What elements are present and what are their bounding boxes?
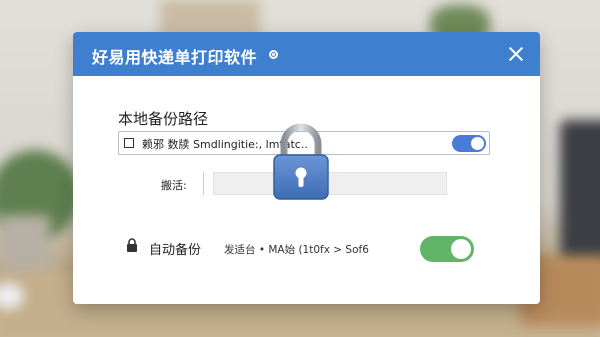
field-label: 搬活: (157, 172, 204, 195)
padlock-icon (273, 123, 329, 200)
radio-dot-icon (269, 50, 278, 59)
toggle-knob (471, 137, 484, 150)
title-bar: 好易用快递单打印软件 (73, 32, 540, 76)
window-title: 好易用快递单打印软件 (92, 48, 258, 67)
backup-path-label: 本地备份路径 (118, 110, 209, 128)
toggle-knob (451, 239, 471, 259)
backup-path-toggle[interactable] (452, 135, 486, 152)
checkbox-icon[interactable] (124, 138, 134, 148)
auto-backup-info: 发适台 • MA始 (1t0fx > Sof6 (224, 244, 369, 256)
lock-icon (127, 238, 137, 252)
auto-backup-toggle[interactable] (420, 236, 474, 262)
auto-backup-label: 自动备份 (149, 243, 202, 258)
field-input[interactable] (213, 172, 447, 195)
bg-monitor (560, 120, 600, 270)
close-icon[interactable] (506, 44, 526, 64)
